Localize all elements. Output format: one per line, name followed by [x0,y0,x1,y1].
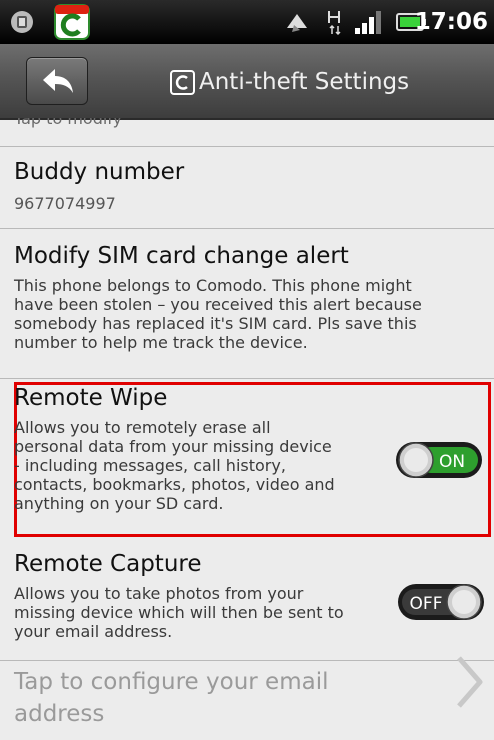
sim-alert-message-line: number to help me track the device. [14,333,308,352]
remote-capture-desc-line: your email address. [14,622,173,641]
divider [0,228,494,229]
configure-email-item[interactable]: Tap to configure your email address [14,666,484,730]
sync-icon [287,14,307,32]
comodo-logo-icon [170,69,195,95]
remote-wipe-toggle-label: ON [439,452,465,472]
status-bar: 17:06 [0,0,494,44]
header-title: Anti-theft Settings [170,62,409,102]
network-h-icon [328,11,341,36]
sim-alert-message-line: This phone belongs to Comodo. This phone… [14,276,412,295]
buddy-number-value: 9677074997 [14,194,116,213]
app-header: Anti-theft Settings [0,44,494,120]
remote-capture-toggle[interactable]: OFF [396,580,486,624]
back-arrow-icon [43,69,73,93]
remote-wipe-title: Remote Wipe [14,385,168,411]
buddy-number-item[interactable]: Buddy number 9677074997 [14,158,484,213]
clipped-tap-to-modify: Tap to modify [14,118,123,128]
chevron-right-icon [457,656,483,708]
divider [0,146,494,147]
configure-email-line: address [14,701,105,727]
divider [0,660,494,661]
buddy-number-title: Buddy number [14,159,185,185]
remote-capture-toggle-label: OFF [410,594,443,614]
configure-email-line: Tap to configure your email [14,669,329,695]
sim-alert-title: Modify SIM card change alert [14,243,349,269]
remote-wipe-desc-line: anything on your SD card. [14,494,224,513]
sim-alert-message-line: have been stolen – you received this ale… [14,295,422,314]
divider [0,378,494,379]
page-title: Anti-theft Settings [199,69,410,95]
comodo-app-icon [54,4,90,40]
back-button[interactable] [26,57,88,105]
signal-icon [355,11,381,34]
remote-wipe-toggle[interactable]: ON [394,438,484,482]
sim-alert-message-line: somebody has replaced it's SIM card. Pls… [14,314,417,333]
remote-wipe-desc-line: Allows you to remotely erase all [14,418,271,437]
status-clock: 17:06 [414,9,488,35]
android-notification-icon [11,11,33,33]
remote-capture-title: Remote Capture [14,551,202,577]
sim-change-alert-item[interactable]: Modify SIM card change alert This phone … [14,242,484,352]
